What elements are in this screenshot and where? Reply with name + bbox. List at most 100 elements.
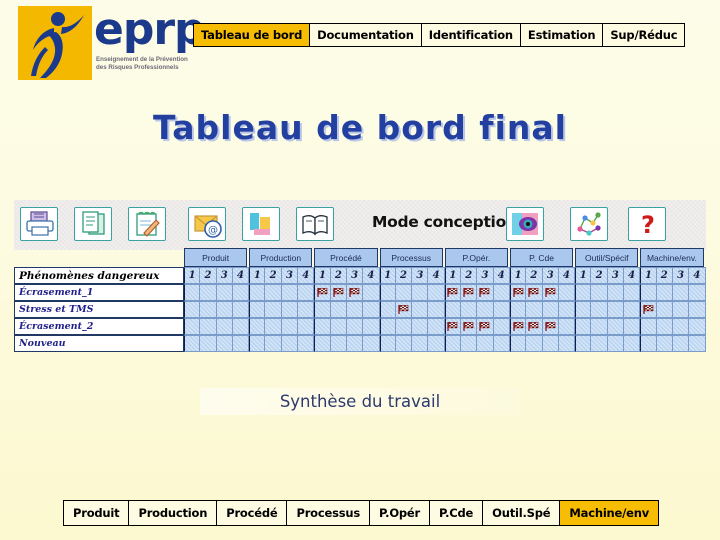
grid-row-cells-1[interactable] — [184, 301, 706, 318]
grid-cell-2-29[interactable] — [656, 318, 673, 335]
grid-cell-2-2[interactable] — [216, 318, 233, 335]
grid-row-cells-0[interactable] — [184, 284, 706, 301]
grid-cell-1-9[interactable] — [330, 301, 347, 318]
main-navigation[interactable]: Tableau de bord Documentation Identificati… — [193, 23, 686, 47]
grid-cell-1-15[interactable] — [428, 301, 445, 318]
grid-cell-1-20[interactable] — [509, 301, 527, 318]
grid-cell-2-9[interactable] — [330, 318, 347, 335]
grid-group-header-3[interactable]: Processus — [379, 248, 443, 267]
bottom-button-4[interactable]: P.Opér — [370, 501, 430, 525]
grid-cell-2-24[interactable] — [575, 318, 592, 335]
grid-cell-0-29[interactable] — [656, 284, 673, 301]
grid-cell-0-10[interactable] — [346, 284, 364, 301]
grid-cell-2-17[interactable] — [461, 318, 478, 335]
grid-cell-0-26[interactable] — [607, 284, 625, 301]
grid-cell-0-5[interactable] — [265, 284, 282, 301]
grid-cell-1-12[interactable] — [379, 301, 396, 318]
grid-cell-0-31[interactable] — [689, 284, 706, 301]
eye-preview-icon[interactable] — [506, 207, 544, 241]
grid-cell-2-22[interactable] — [542, 318, 559, 335]
documents-icon[interactable] — [74, 207, 112, 241]
grid-cell-3-3[interactable] — [232, 335, 250, 352]
bottom-button-3[interactable]: Processus — [287, 501, 371, 525]
grid-cell-1-16[interactable] — [444, 301, 462, 318]
grid-cell-1-30[interactable] — [672, 301, 690, 318]
grid-cell-1-26[interactable] — [607, 301, 625, 318]
grid-cell-3-28[interactable] — [640, 335, 657, 352]
grid-cell-0-19[interactable] — [493, 284, 510, 301]
grid-row-cells-2[interactable] — [184, 318, 706, 335]
grid-cell-0-28[interactable] — [640, 284, 657, 301]
grid-group-header-5[interactable]: P. Cde — [509, 248, 574, 267]
grid-cell-0-16[interactable] — [444, 284, 462, 301]
grid-cell-1-25[interactable] — [591, 301, 608, 318]
grid-cell-3-5[interactable] — [265, 335, 282, 352]
grid-cell-2-5[interactable] — [265, 318, 282, 335]
grid-group-header-7[interactable]: Machine/env. — [640, 248, 704, 267]
grid-cell-0-22[interactable] — [542, 284, 559, 301]
grid-cell-3-21[interactable] — [526, 335, 543, 352]
grid-cell-1-6[interactable] — [281, 301, 299, 318]
grid-row-label-2[interactable]: Écrasement_2 — [14, 318, 184, 335]
grid-cell-1-27[interactable] — [624, 301, 641, 318]
grid-cell-3-16[interactable] — [444, 335, 462, 352]
grid-cell-0-4[interactable] — [249, 284, 266, 301]
network-diagram-icon[interactable] — [570, 207, 608, 241]
grid-cell-1-28[interactable] — [640, 301, 657, 318]
grid-cell-1-7[interactable] — [298, 301, 315, 318]
table-row[interactable]: Stress et TMS — [14, 301, 706, 318]
nav-tab-1[interactable]: Documentation — [310, 24, 422, 46]
grid-cell-0-9[interactable] — [330, 284, 347, 301]
grid-cell-3-8[interactable] — [314, 335, 331, 352]
grid-cell-2-4[interactable] — [249, 318, 266, 335]
grid-cell-2-19[interactable] — [493, 318, 510, 335]
grid-cell-2-1[interactable] — [200, 318, 217, 335]
grid-cell-1-11[interactable] — [363, 301, 380, 318]
grid-cell-3-27[interactable] — [624, 335, 641, 352]
grid-cell-1-4[interactable] — [249, 301, 266, 318]
grid-cell-3-9[interactable] — [330, 335, 347, 352]
grid-cell-2-0[interactable] — [184, 318, 201, 335]
grid-cell-2-3[interactable] — [232, 318, 250, 335]
grid-cell-3-2[interactable] — [216, 335, 233, 352]
grid-cell-3-11[interactable] — [363, 335, 380, 352]
grid-cell-1-24[interactable] — [575, 301, 592, 318]
grid-cell-3-29[interactable] — [656, 335, 673, 352]
grid-cell-2-8[interactable] — [314, 318, 331, 335]
grid-cell-0-6[interactable] — [281, 284, 299, 301]
grid-cell-1-19[interactable] — [493, 301, 510, 318]
grid-cell-2-21[interactable] — [526, 318, 543, 335]
grid-cell-0-20[interactable] — [509, 284, 527, 301]
grid-cell-3-1[interactable] — [200, 335, 217, 352]
printer-icon[interactable] — [20, 207, 58, 241]
grid-cell-3-14[interactable] — [412, 335, 429, 352]
grid-cell-0-1[interactable] — [200, 284, 217, 301]
grid-cell-1-2[interactable] — [216, 301, 233, 318]
grid-cell-3-12[interactable] — [379, 335, 396, 352]
grid-cell-3-30[interactable] — [672, 335, 690, 352]
grid-cell-3-10[interactable] — [346, 335, 364, 352]
grid-cell-3-20[interactable] — [509, 335, 527, 352]
bottom-button-7[interactable]: Machine/env — [560, 501, 659, 525]
grid-cell-2-23[interactable] — [558, 318, 576, 335]
grid-cell-0-15[interactable] — [428, 284, 445, 301]
grid-cell-0-7[interactable] — [298, 284, 315, 301]
grid-cell-2-30[interactable] — [672, 318, 690, 335]
grid-cell-0-0[interactable] — [184, 284, 201, 301]
icon-toolbar[interactable]: Mode conception @? — [14, 200, 706, 250]
grid-cell-0-3[interactable] — [232, 284, 250, 301]
grid-cell-0-8[interactable] — [314, 284, 331, 301]
table-row[interactable]: Écrasement_1 — [14, 284, 706, 301]
grid-cell-0-14[interactable] — [412, 284, 429, 301]
grid-cell-2-31[interactable] — [689, 318, 706, 335]
grid-cell-1-17[interactable] — [461, 301, 478, 318]
grid-cell-2-27[interactable] — [624, 318, 641, 335]
grid-cell-0-23[interactable] — [558, 284, 576, 301]
grid-cell-3-4[interactable] — [249, 335, 266, 352]
grid-cell-2-18[interactable] — [477, 318, 494, 335]
grid-cell-3-17[interactable] — [461, 335, 478, 352]
grid-cell-1-8[interactable] — [314, 301, 331, 318]
grid-cell-1-14[interactable] — [412, 301, 429, 318]
bottom-button-6[interactable]: Outil.Spé — [483, 501, 561, 525]
grid-cell-2-25[interactable] — [591, 318, 608, 335]
